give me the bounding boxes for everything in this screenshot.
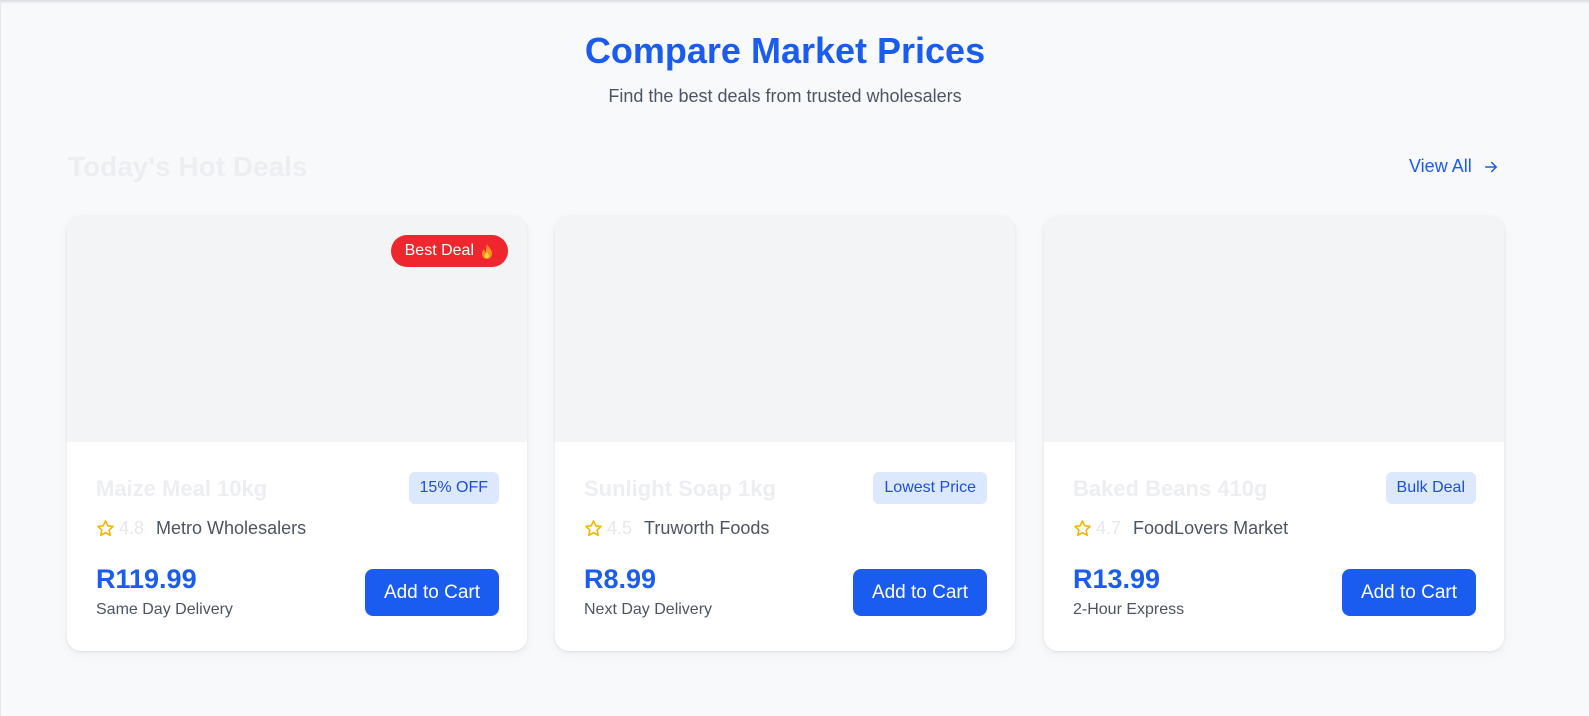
- delivery-info: Next Day Delivery: [584, 601, 713, 618]
- best-deal-badge: Best Deal: [390, 235, 508, 267]
- deal-tag: 15% OFF: [408, 472, 499, 504]
- deal-tag: Lowest Price: [873, 472, 987, 504]
- rating-row: 4.5 Truworth Foods: [584, 518, 769, 539]
- product-name: Sunlight Soap 1kg: [584, 476, 776, 501]
- price: R119.99: [96, 564, 197, 594]
- product-image: [555, 216, 1015, 442]
- rating-row: 4.8 Metro Wholesalers: [96, 518, 306, 539]
- section-title: Today's Hot Deals: [68, 151, 308, 182]
- star-icon: [585, 520, 602, 537]
- view-all-label: View All: [1409, 156, 1472, 176]
- product-card[interactable]: Baked Beans 410g Bulk Deal 4.7 FoodLover…: [1044, 216, 1504, 651]
- arrow-right-icon: [1484, 161, 1497, 172]
- page-subtitle: Find the best deals from trusted wholesa…: [608, 86, 962, 106]
- price: R8.99: [584, 564, 657, 594]
- product-name: Maize Meal 10kg: [96, 476, 268, 501]
- star-icon: [97, 520, 114, 537]
- rating-value: 4.8: [119, 518, 145, 538]
- rating-value: 4.5: [607, 518, 633, 538]
- delivery-info: Same Day Delivery: [96, 601, 233, 618]
- delivery-info: 2-Hour Express: [1073, 601, 1185, 618]
- add-to-cart-button[interactable]: Add to Cart: [853, 569, 987, 616]
- rating-value: 4.7: [1096, 518, 1122, 538]
- product-image: [1044, 216, 1504, 442]
- flame-icon: [482, 243, 492, 259]
- product-card[interactable]: Sunlight Soap 1kg Lowest Price 4.5 Truwo…: [555, 216, 1015, 651]
- rating-row: 4.7 FoodLovers Market: [1073, 518, 1288, 539]
- add-to-cart-button[interactable]: Add to Cart: [365, 569, 499, 616]
- add-to-cart-button[interactable]: Add to Cart: [1342, 569, 1476, 616]
- badge-label: Best Deal: [404, 242, 474, 259]
- seller-name: Metro Wholesalers: [156, 518, 307, 538]
- deal-tag: Bulk Deal: [1385, 472, 1476, 504]
- star-icon: [1074, 520, 1091, 537]
- price: R13.99: [1073, 564, 1161, 594]
- product-name: Baked Beans 410g: [1073, 476, 1268, 501]
- seller-name: FoodLovers Market: [1133, 518, 1289, 538]
- seller-name: Truworth Foods: [644, 518, 770, 538]
- page-title: Compare Market Prices: [584, 30, 986, 71]
- top-shadow: [0, 0, 1589, 4]
- view-all-link[interactable]: View All: [1409, 156, 1500, 177]
- product-card[interactable]: Best Deal Maize Meal 10kg 15% OFF 4.8 Me…: [67, 216, 527, 651]
- left-border: [0, 0, 1, 716]
